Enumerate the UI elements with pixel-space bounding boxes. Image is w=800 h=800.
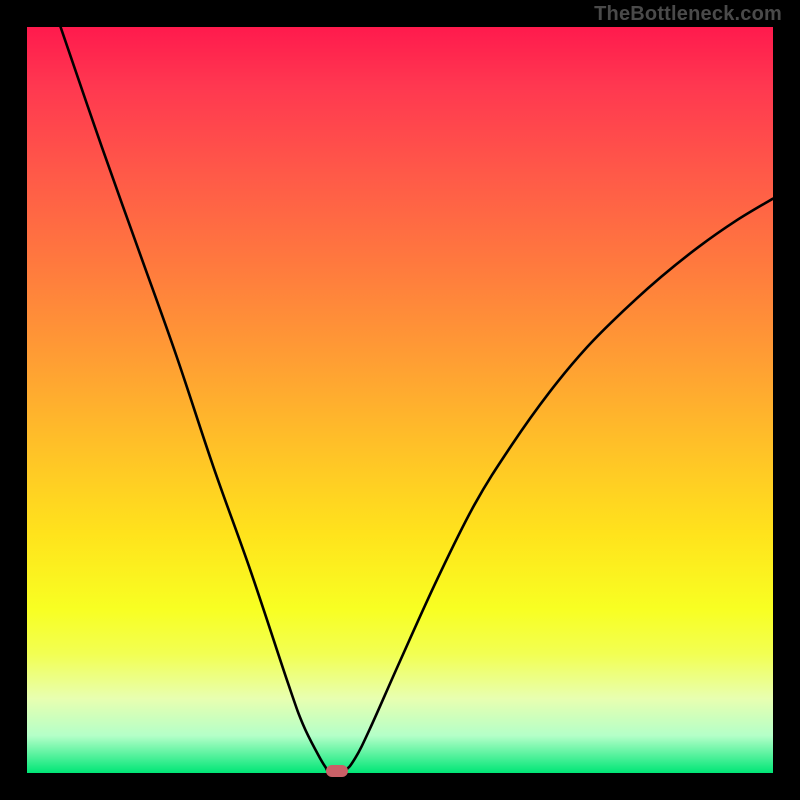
optimum-marker — [326, 765, 348, 777]
plot-area — [27, 27, 773, 773]
bottleneck-curve — [27, 27, 773, 773]
watermark-text: TheBottleneck.com — [594, 3, 782, 26]
chart-frame: TheBottleneck.com — [0, 0, 800, 800]
